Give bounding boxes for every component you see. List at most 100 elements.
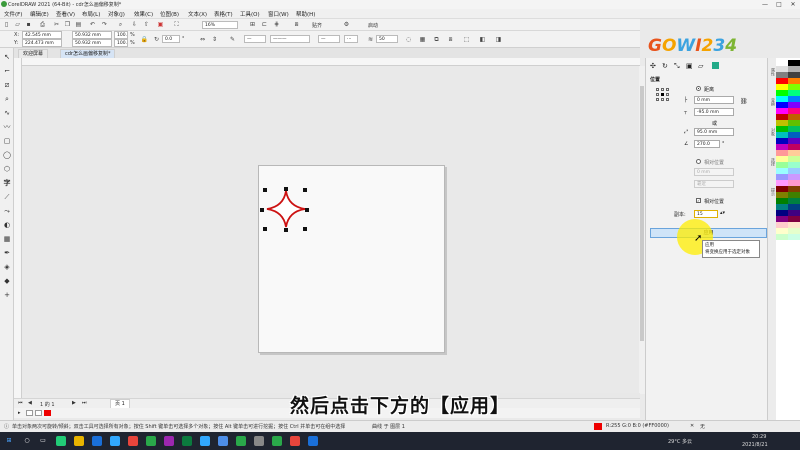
scale-x-input[interactable]: 100.0 [114, 31, 128, 39]
docker-tab-select[interactable]: 选择 [769, 158, 776, 166]
open-icon[interactable]: ▱ [13, 20, 22, 29]
color-transform-icon[interactable] [712, 62, 719, 69]
print-icon[interactable]: ⎙ [38, 20, 47, 29]
selection-handle-br[interactable] [303, 227, 307, 231]
smart-fill-icon[interactable]: ◆ [2, 276, 12, 286]
text-tool-icon[interactable]: 字 [2, 178, 12, 188]
vertical-offset-input[interactable]: -95.0 mm [694, 108, 734, 116]
search-icon[interactable]: ⌕ [116, 20, 125, 29]
tab-welcome-screen[interactable]: 欢迎屏幕 [18, 49, 49, 58]
snap-to-label[interactable]: 贴齐 [312, 22, 322, 29]
taskbar-search-icon[interactable]: ○ [22, 436, 32, 446]
taskbar-app-3-icon[interactable] [236, 436, 246, 446]
menu-effects[interactable]: 效果(C) [134, 10, 153, 18]
snap-icon[interactable]: ⧈ [292, 20, 301, 29]
guidelines-icon[interactable]: ⋕ [272, 20, 281, 29]
menu-edit[interactable]: 编辑(E) [30, 10, 49, 18]
line-start-select[interactable]: — [244, 35, 266, 43]
color-swatch[interactable] [788, 234, 800, 240]
skew-transform-icon[interactable]: ▱ [698, 62, 703, 70]
vertical-scroll-thumb[interactable] [640, 86, 644, 341]
taskbar-app-6-icon[interactable] [290, 436, 300, 446]
outline-width-icon[interactable]: ≋ [366, 35, 375, 44]
docker-tab-objects[interactable]: 对象 [769, 128, 776, 136]
maximize-button[interactable]: □ [772, 0, 786, 9]
menu-layout[interactable]: 布局(L) [82, 10, 100, 18]
size-transform-icon[interactable]: ▣ [686, 62, 693, 70]
cut-icon[interactable]: ✂ [52, 20, 61, 29]
relative-mode-select[interactable]: 靠近 [694, 180, 734, 188]
copy-icon[interactable]: ❐ [63, 20, 72, 29]
selection-handle-bc[interactable] [284, 228, 288, 232]
blend-tool-icon[interactable]: ◐ [2, 220, 12, 230]
anchor-point-grid[interactable] [656, 88, 670, 102]
mirror-v-icon[interactable]: ⇕ [210, 35, 219, 44]
pick-position-icon[interactable]: ✣ [650, 62, 656, 70]
freehand-tool-icon[interactable]: ∿ [2, 108, 12, 118]
edit-nodes-icon[interactable]: ⬚ [462, 35, 471, 44]
premiere-icon[interactable] [164, 436, 174, 446]
trim-icon[interactable]: ◧ [478, 35, 487, 44]
new-document-icon[interactable]: ▯ [2, 20, 11, 29]
copies-input[interactable]: 15 [694, 210, 718, 218]
selection-handle-tc[interactable] [284, 187, 288, 191]
file-explorer-icon[interactable] [74, 436, 84, 446]
add-tool-icon[interactable]: + [2, 290, 12, 300]
x-position-input[interactable]: 42.545 mm [22, 31, 62, 39]
taskbar-app-5-icon[interactable] [272, 436, 282, 446]
star-shape[interactable] [266, 190, 306, 228]
export-icon[interactable]: ⇧ [142, 20, 151, 29]
height-input[interactable]: 50.932 mm [72, 39, 112, 47]
clock-date[interactable]: 2021/8/21 [742, 442, 768, 448]
scale-transform-icon[interactable]: ⤡ [674, 62, 680, 71]
relative-radio[interactable] [696, 159, 701, 164]
tab-current-document[interactable]: cdr怎么画偏移复制* [60, 49, 116, 58]
full-screen-icon[interactable]: ⛶ [172, 20, 181, 29]
rotate-icon[interactable]: ↻ [152, 35, 161, 44]
line-style-select[interactable]: ——— [270, 35, 310, 43]
rotation-angle-input[interactable]: 0.0 [162, 35, 180, 43]
photoshop-icon[interactable] [110, 436, 120, 446]
outline-width-input[interactable]: 50 [376, 35, 398, 43]
docker-tab-transform[interactable]: 变换 [769, 98, 776, 106]
taskbar-app-2-icon[interactable] [218, 436, 228, 446]
rulers-icon[interactable]: ⊏ [260, 20, 269, 29]
minimize-button[interactable]: — [758, 0, 772, 9]
settings-icon[interactable]: ⚙ [342, 20, 351, 29]
taskbar-app-1-icon[interactable] [56, 436, 66, 446]
relative-position-checkbox[interactable]: ✓ [696, 198, 701, 203]
menu-window[interactable]: 窗口(W) [268, 10, 289, 18]
to-front-icon[interactable]: ⧉ [432, 35, 441, 44]
pen-icon[interactable]: ✎ [228, 35, 237, 44]
menu-object[interactable]: 对象(J) [108, 10, 125, 18]
close-button[interactable]: ✕ [786, 0, 800, 9]
selection-handle-tl[interactable] [263, 188, 267, 192]
menu-table[interactable]: 表格(T) [214, 10, 233, 18]
color-swatch[interactable] [776, 234, 788, 240]
menu-text[interactable]: 文本(X) [188, 10, 207, 18]
browser-icon[interactable] [92, 436, 102, 446]
artistic-media-icon[interactable]: 〰 [2, 122, 12, 132]
polar-angle-input[interactable]: 270.0 [694, 140, 720, 148]
undo-icon[interactable]: ↶ [88, 20, 97, 29]
coreldraw-icon[interactable] [182, 436, 192, 446]
width-input[interactable]: 50.932 mm [72, 31, 112, 39]
start-icon[interactable]: ⊞ [4, 436, 14, 446]
menu-bitmaps[interactable]: 位图(B) [160, 10, 179, 18]
menu-help[interactable]: 帮助(H) [296, 10, 315, 18]
grid-icon[interactable]: ⊞ [248, 20, 257, 29]
selection-handle-bl[interactable] [263, 227, 267, 231]
zoom-level-select[interactable]: 16% [202, 21, 238, 29]
polar-distance-input[interactable]: 95.0 mm [694, 128, 734, 136]
link-icon[interactable]: ⛓ [740, 98, 748, 105]
menu-view[interactable]: 查看(V) [56, 10, 75, 18]
clock-time[interactable]: 20:29 [752, 434, 766, 440]
docker-tab-hints[interactable]: 提示 [769, 188, 776, 196]
wechat-icon[interactable] [146, 436, 156, 446]
pick-tool-icon[interactable]: ↖ [2, 52, 12, 62]
copies-stepper[interactable]: ▴▾ [720, 210, 725, 216]
mirror-h-icon[interactable]: ⇔ [198, 35, 207, 44]
launch-label[interactable]: 启动 [368, 22, 378, 29]
connector-tool-icon[interactable]: ⤳ [2, 206, 12, 216]
selection-handle-ml[interactable] [260, 208, 264, 212]
